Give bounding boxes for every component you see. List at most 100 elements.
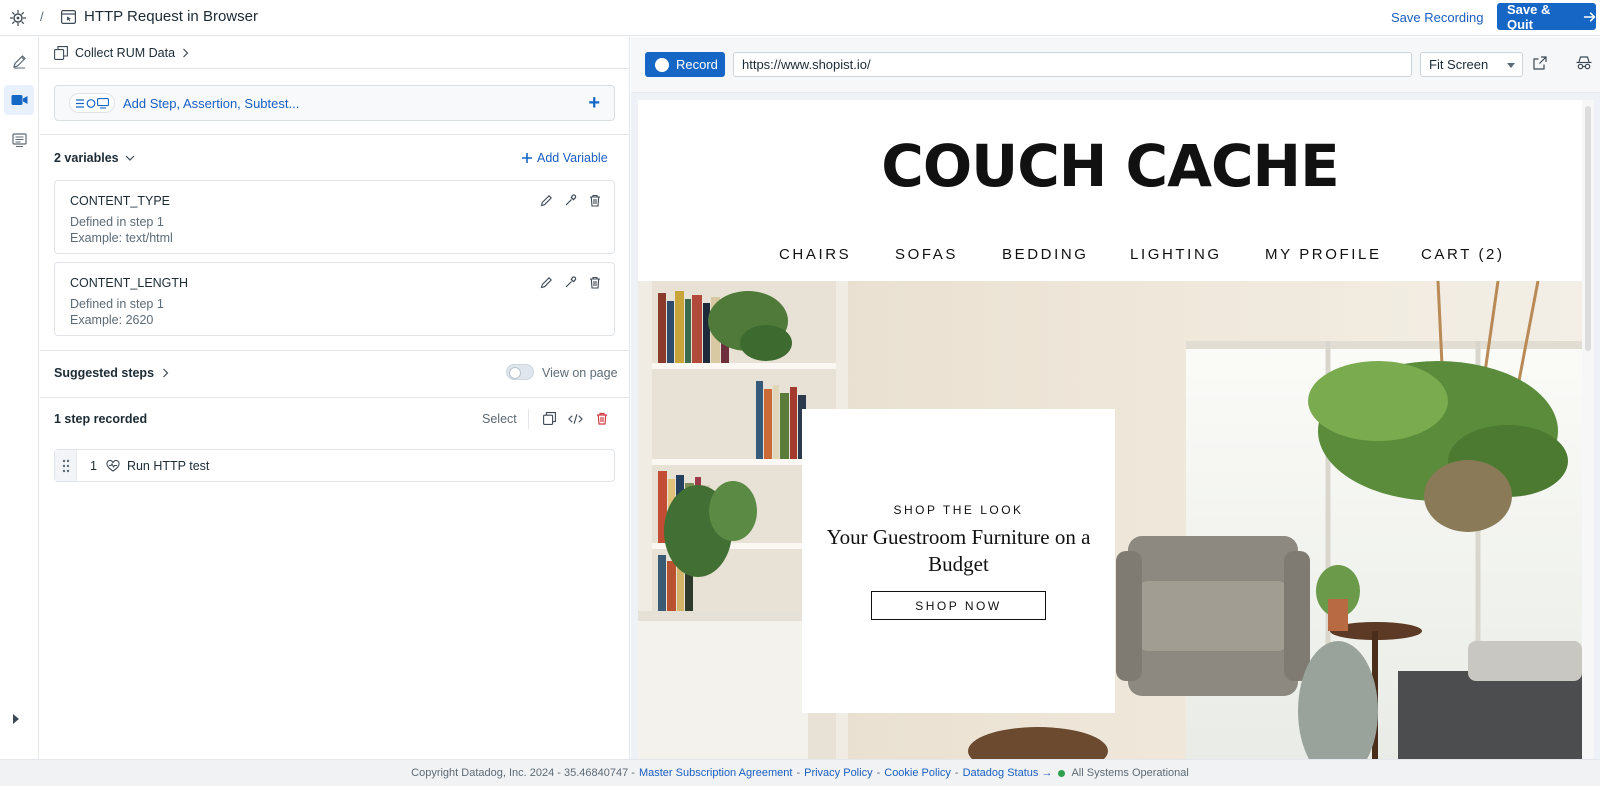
save-recording-button[interactable]: Save Recording xyxy=(1391,10,1484,25)
plus-icon xyxy=(522,153,532,163)
list-icon xyxy=(11,132,27,147)
shop-now-button[interactable]: SHOP NOW xyxy=(871,591,1046,620)
view-on-page-label: View on page xyxy=(542,366,618,380)
pencil-icon xyxy=(12,54,26,68)
incognito-icon[interactable] xyxy=(1576,56,1592,70)
inject-variable-button[interactable] xyxy=(563,275,578,290)
video-camera-icon xyxy=(11,95,27,105)
chevron-down-icon xyxy=(125,155,135,161)
grip-dots-icon xyxy=(62,459,69,472)
chevron-right-icon xyxy=(163,368,169,378)
code-icon xyxy=(568,413,583,424)
select-steps-button[interactable]: Select xyxy=(482,412,517,426)
variable-card: CONTENT_LENGTH Defined in step 1 Example… xyxy=(54,262,615,336)
rail-edit-button[interactable] xyxy=(4,46,34,76)
nav-cart[interactable]: CART (2) xyxy=(1421,246,1505,263)
browser-test-icon xyxy=(61,10,76,24)
variables-heading: 2 variables xyxy=(54,151,119,165)
site-logo[interactable]: COUCH CACHE xyxy=(638,132,1582,200)
footer-separator: - xyxy=(876,767,881,779)
step-type-icons xyxy=(69,93,115,113)
chevron-right-icon xyxy=(183,48,189,57)
record-button[interactable]: Record xyxy=(645,52,725,77)
add-variable-label: Add Variable xyxy=(537,151,608,165)
footer-separator: - xyxy=(796,767,801,779)
open-external-icon[interactable] xyxy=(1533,56,1547,70)
nav-sofas[interactable]: SOFAS xyxy=(895,246,1002,263)
expand-arrow-icon[interactable] xyxy=(12,714,20,724)
step-label: Run HTTP test xyxy=(126,458,210,473)
footer-separator: - xyxy=(954,767,959,779)
site-scrollbar[interactable] xyxy=(1582,100,1594,759)
duplicate-steps-button[interactable] xyxy=(542,411,557,426)
status-text: All Systems Operational xyxy=(1071,767,1189,779)
divider xyxy=(40,134,630,135)
suggested-steps-label: Suggested steps xyxy=(54,366,155,380)
add-variable-button[interactable]: Add Variable xyxy=(522,151,608,165)
save-and-quit-button[interactable]: Save & Quit xyxy=(1497,2,1596,32)
breadcrumb-label: Collect RUM Data xyxy=(75,45,176,60)
record-dot-icon xyxy=(655,57,669,72)
view-on-page-toggle[interactable] xyxy=(506,364,534,380)
copy-icon xyxy=(54,45,68,60)
delete-variable-button[interactable] xyxy=(587,193,602,208)
promo-card: SHOP THE LOOK Your Guestroom Furniture o… xyxy=(802,409,1115,713)
breadcrumb-separator: / xyxy=(40,9,44,24)
add-step-plus-icon[interactable]: + xyxy=(588,92,600,115)
page-title: HTTP Request in Browser xyxy=(84,8,258,25)
footer: Copyright Datadog, Inc. 2024 - 35.468407… xyxy=(0,759,1600,786)
add-step-bar[interactable]: Add Step, Assertion, Subtest... + xyxy=(54,85,615,121)
top-bar: / HTTP Request in Browser Save Recording… xyxy=(0,0,1600,36)
edit-variable-button[interactable] xyxy=(539,193,554,208)
variable-name: CONTENT_LENGTH xyxy=(70,276,189,290)
msa-link[interactable]: Master Subscription Agreement xyxy=(639,767,792,779)
website-viewport[interactable]: COUCH CACHE CHAIRS SOFAS BEDDING LIGHTIN… xyxy=(638,100,1594,759)
record-label: Record xyxy=(676,57,718,72)
nav-bedding[interactable]: BEDDING xyxy=(1002,246,1130,263)
delete-steps-button[interactable] xyxy=(594,411,609,426)
nav-chairs[interactable]: CHAIRS xyxy=(779,246,895,263)
caret-down-icon xyxy=(1507,63,1515,68)
variable-name: CONTENT_TYPE xyxy=(70,194,171,208)
edit-variable-button[interactable] xyxy=(539,275,554,290)
add-step-label: Add Step, Assertion, Subtest... xyxy=(123,95,300,111)
inject-variable-button[interactable] xyxy=(563,193,578,208)
trash-icon xyxy=(589,194,600,207)
fit-screen-select[interactable]: Fit Screen xyxy=(1420,52,1523,77)
promo-kicker: SHOP THE LOOK xyxy=(893,503,1024,517)
suggested-steps-toggle[interactable]: Suggested steps xyxy=(54,366,169,380)
recording-browser: Record Fit Screen COUCH CACHE CHAIRS SOF… xyxy=(631,37,1600,759)
step-row[interactable]: 1 Run HTTP test xyxy=(54,449,615,482)
step-number: 1 xyxy=(90,458,97,473)
pencil-icon xyxy=(540,195,552,207)
datadog-logo-icon[interactable] xyxy=(9,9,27,27)
cookie-link[interactable]: Cookie Policy xyxy=(884,767,951,779)
browser-toolbar: Record Fit Screen xyxy=(631,37,1600,93)
url-input[interactable] xyxy=(733,52,1412,77)
steps-recorded-heading: 1 step recorded xyxy=(54,412,148,426)
list-steps-icon xyxy=(75,98,84,108)
status-dot-icon xyxy=(1058,769,1066,777)
nav-my-profile[interactable]: MY PROFILE xyxy=(1265,246,1421,263)
delete-variable-button[interactable] xyxy=(587,275,602,290)
privacy-link[interactable]: Privacy Policy xyxy=(804,767,872,779)
trash-icon xyxy=(589,276,600,289)
hero-image: SHOP THE LOOK Your Guestroom Furniture o… xyxy=(638,281,1582,759)
variable-example: Example: 2620 xyxy=(70,313,154,327)
scrollbar-thumb[interactable] xyxy=(1585,106,1591,351)
variable-actions xyxy=(539,193,602,208)
rail-record-button[interactable] xyxy=(4,85,34,115)
variable-example: Example: text/html xyxy=(70,231,173,245)
divider xyxy=(40,350,630,351)
code-view-button[interactable] xyxy=(568,411,583,426)
status-link[interactable]: Datadog Status → xyxy=(963,767,1053,779)
variable-actions xyxy=(539,275,602,290)
nav-lighting[interactable]: LIGHTING xyxy=(1130,246,1265,263)
rail-steps-button[interactable] xyxy=(4,125,34,155)
variables-toggle[interactable]: 2 variables xyxy=(54,151,135,165)
drag-handle-icon[interactable] xyxy=(55,450,77,481)
divider xyxy=(528,409,529,429)
eyedropper-icon xyxy=(565,276,577,288)
breadcrumb[interactable]: Collect RUM Data xyxy=(40,37,630,69)
pencil-icon xyxy=(540,277,552,289)
